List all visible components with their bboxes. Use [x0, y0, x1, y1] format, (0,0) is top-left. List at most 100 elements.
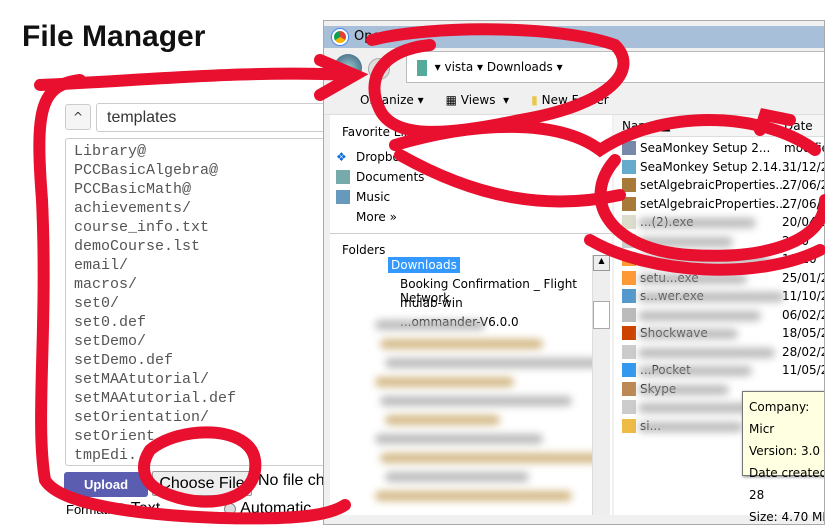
redacted-blur [638, 384, 729, 395]
address-bar[interactable]: ▾ vista ▾ Downloads ▾ [406, 51, 824, 83]
views-button[interactable]: ▦ Views ▾ [446, 85, 510, 114]
file-list-item[interactable]: set0/ [74, 294, 326, 313]
format-text-radio[interactable] [114, 503, 127, 515]
column-name[interactable]: Name ▲ [614, 115, 774, 137]
file-date: 20/0 [782, 233, 809, 248]
file-icon [622, 289, 636, 303]
file-list-item[interactable]: setOrientation/ [74, 408, 326, 427]
file-list-item[interactable]: course_info.txt [74, 218, 326, 237]
file-name: SeaMonkey Setup 2... [640, 141, 771, 155]
file-list[interactable]: Library@ PCCBasicAlgebra@ PCCBasicMath@ ach… [65, 138, 335, 466]
file-row[interactable]: setAlgebraicProperties.... [622, 178, 791, 192]
file-icon [622, 270, 636, 285]
file-icon [622, 141, 636, 155]
redacted-blur [385, 472, 529, 482]
file-date: 28/02/20 [782, 344, 824, 359]
file-date: 10/20 [782, 252, 817, 266]
file-date: 06/02/20 [782, 307, 824, 322]
music-icon [336, 190, 350, 204]
new-folder-button[interactable]: ▮ New Folder [531, 85, 609, 114]
redacted-blur [638, 236, 733, 247]
file-list-item[interactable]: setMAAtutorial/ [74, 370, 326, 389]
format-automatic-radio[interactable] [224, 503, 237, 515]
file-date: 18/05/20 [782, 326, 824, 340]
new-folder-icon: ▮ [531, 93, 538, 107]
dropbox-icon: ❖ [336, 150, 347, 164]
parent-directory-button[interactable]: ^ [65, 104, 91, 130]
dialog-titlebar: Open [324, 26, 824, 48]
folder-downloads[interactable]: Downloads [388, 257, 460, 273]
dialog-toolbar: Organize ▾ ▦ Views ▾ ▮ New Folder [324, 85, 824, 115]
favorite-music[interactable]: Music [356, 190, 390, 204]
file-icon [622, 363, 636, 377]
format-label: Format: [66, 501, 111, 517]
file-row[interactable]: SeaMonkey Setup 2... [622, 141, 770, 155]
redacted-blur [638, 329, 738, 339]
file-icon [622, 215, 636, 229]
organize-button[interactable]: Organize ▾ [360, 85, 424, 114]
folder-mulab[interactable]: mulab-win [400, 296, 463, 310]
file-icon [622, 178, 636, 192]
file-icon [622, 344, 636, 359]
file-row[interactable]: SeaMonkey Setup 2.14.... [622, 159, 793, 174]
page-title: File Manager [22, 20, 206, 53]
redacted-blur [385, 415, 500, 425]
file-list-item[interactable]: demoCourse.lst [74, 237, 326, 256]
file-list-item[interactable]: PCCBasicMath@ [74, 180, 326, 199]
file-date: 31/12/20 [782, 159, 824, 174]
documents-icon [336, 170, 350, 184]
file-icon [622, 400, 636, 414]
favorite-more[interactable]: More » [356, 210, 397, 224]
open-dialog: Open ▾ vista ▾ Downloads ▾ Organize ▾ ▦ … [323, 20, 825, 525]
file-icon [622, 252, 636, 266]
file-date: 27/06/20 [782, 196, 824, 211]
redacted-blur [638, 421, 743, 432]
tooltip-line: Version: 3.0 [749, 444, 821, 458]
collapse-chevron-icon[interactable]: ⌄ [596, 241, 606, 255]
tooltip-line: Date created: 28 [749, 466, 825, 502]
file-icon [622, 159, 636, 174]
file-icon [622, 381, 636, 396]
file-date: 11/10/20 [782, 289, 824, 303]
redacted-blur [638, 310, 761, 321]
file-icon [622, 418, 636, 433]
file-list-item[interactable]: Library@ [74, 142, 326, 161]
file-list-item[interactable]: setDemo/ [74, 332, 326, 351]
favorites-header: Favorite Links [342, 125, 425, 139]
tooltip-line: Size: 4.70 MB [749, 510, 825, 524]
tooltip-line: Company: Micr [749, 400, 810, 436]
file-list-item[interactable]: email/ [74, 256, 326, 275]
breadcrumb-vista[interactable]: vista [444, 60, 473, 74]
folders-scrollbar[interactable]: ▲ [592, 255, 610, 515]
redacted-blur [638, 218, 756, 228]
file-list-item[interactable]: achievements/ [74, 199, 326, 218]
file-list-item[interactable]: set0.def [74, 313, 326, 332]
forward-button[interactable] [368, 58, 390, 80]
redacted-blur [638, 366, 752, 376]
favorite-documents[interactable]: Documents [356, 170, 424, 184]
column-date[interactable]: Date modified [780, 115, 824, 155]
file-list-item[interactable]: tmpEdi... [74, 446, 326, 465]
redacted-blur [380, 396, 572, 406]
back-button[interactable] [334, 54, 362, 82]
file-row[interactable]: setAlgebraicProperties.... [622, 196, 791, 211]
file-list-item[interactable]: setOrient...f [74, 427, 326, 446]
redacted-blur [375, 491, 572, 501]
file-tooltip: Company: Micr Version: 3.0 Date created: 2… [742, 391, 824, 524]
file-list-item[interactable]: PCCBasicAlgebra@ [74, 161, 326, 180]
redacted-blur [375, 320, 485, 330]
file-list-item[interactable]: setMAAtutorial.def [74, 389, 326, 408]
redacted-blur [375, 377, 514, 387]
file-list-item[interactable]: macros/ [74, 275, 326, 294]
breadcrumb-downloads[interactable]: Downloads [487, 60, 553, 74]
choose-file-button[interactable]: Choose File [152, 471, 252, 496]
file-icon [622, 307, 636, 322]
redacted-blur [638, 273, 747, 284]
upload-button[interactable]: Upload [64, 472, 148, 497]
favorite-dropbox[interactable]: Dropbox [356, 150, 407, 164]
format-automatic-label: Automatic [240, 500, 312, 517]
file-icon [622, 326, 636, 340]
redacted-blur [638, 255, 770, 265]
directory-input[interactable]: templates [96, 103, 336, 132]
file-list-item[interactable]: setDemo.def [74, 351, 326, 370]
